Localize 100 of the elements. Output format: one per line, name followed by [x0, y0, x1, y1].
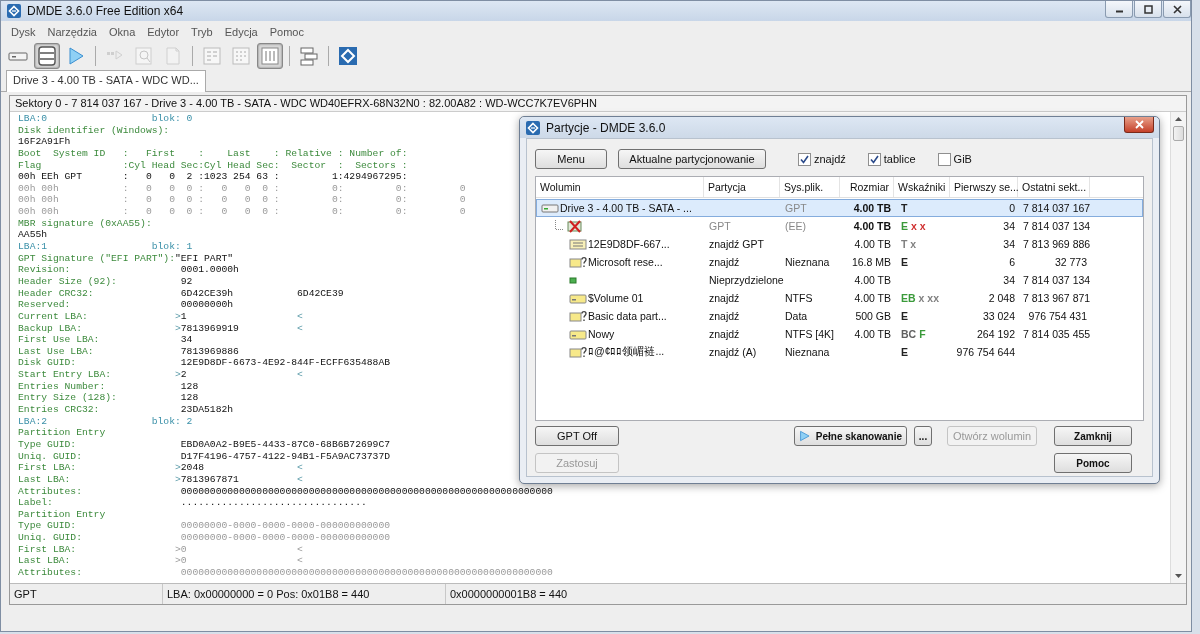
lba-label: LBA:2: [18, 415, 48, 428]
lba-label: LBA:1: [18, 241, 48, 253]
field-value: 1: [180, 310, 187, 323]
field-value: 128: [180, 380, 199, 393]
button[interactable]: Pełne skanowanie: [794, 426, 907, 446]
field-value: "EFI PART": [174, 252, 234, 265]
table-row[interactable]: Drive 3 - 4.00 TB - SATA - ... GPT 4.00 TB T 0 7 814 037 167: [536, 199, 1143, 217]
table-row[interactable]: Nowy znajdź NTFS [4K] 4.00 TB BC F 264 192 7 814 035 455: [536, 325, 1143, 343]
dialog-title: Partycje - DMDE 3.6.0: [546, 120, 666, 135]
menu-item[interactable]: Okna: [103, 26, 142, 38]
table-cell-text: 7 814 037 134: [1022, 274, 1091, 286]
flag-letters: T x: [901, 238, 917, 250]
table-row[interactable]: ﾛ@¢ﾛﾛ领嵋裢... znajdź (A) Nieznana E 976 754 644: [536, 343, 1143, 361]
grid-icon: [231, 46, 251, 66]
button[interactable]: ...: [914, 426, 932, 446]
field-value: 6D42CE39: [297, 287, 344, 300]
table-cell-text: 2 048: [987, 292, 1016, 304]
checkbox-label[interactable]: tablice: [883, 153, 916, 165]
button[interactable]: Menu: [535, 149, 607, 169]
table-cell-text: NTFS [4K]: [784, 328, 835, 340]
maximize-button[interactable]: [1134, 1, 1162, 18]
volume-name: Basic data part...: [588, 310, 667, 322]
table-row[interactable]: Basic data part... znajdź Data 500 GB E 33 024 976 754 431: [536, 307, 1143, 325]
column-header[interactable]: Partycja: [704, 177, 780, 197]
field-label: Disk identifier (Windows):: [18, 124, 170, 137]
field-value: 0000000000000000000000000000000000000000000000000000000000000000: [180, 485, 553, 498]
table-cell-text: Nieznana: [784, 346, 831, 358]
button[interactable]: Pomoc: [1054, 453, 1132, 473]
table-cell-text: 976 754 431: [1027, 310, 1088, 322]
field-value: 0001.0000h: [180, 264, 239, 276]
toolbar-button[interactable]: [257, 43, 283, 69]
pointer-mark: >: [174, 555, 181, 567]
scrollbar[interactable]: [1170, 112, 1186, 583]
close-button[interactable]: [1163, 1, 1191, 18]
pointer-mark: <: [297, 555, 303, 567]
checkbox-label[interactable]: znajdź: [814, 153, 846, 165]
table-row[interactable]: GPT (EE) 4.00 TB E x x 34 7 814 037 134: [536, 217, 1143, 235]
table-cell-text: 264 192: [976, 328, 1016, 340]
button[interactable]: Zamknij: [1054, 426, 1132, 446]
table-header-line: Boot System ID : First : Last : Relative : Number of:: [18, 147, 408, 160]
checkbox[interactable]: [937, 152, 951, 166]
field-value: 12E9D8DF-6673-4E92-844F-ECFF635488AB: [180, 357, 391, 370]
search-icon: [134, 46, 154, 66]
table-cell-text: znajdź: [708, 310, 741, 322]
scroll-up-icon: [1174, 116, 1183, 122]
table-row[interactable]: Microsoft rese... znajdź Nieznana 16.8 MB E 6 32 773: [536, 253, 1143, 271]
checkbox[interactable]: [798, 152, 811, 166]
column-header[interactable]: Wskaźniki: [894, 177, 950, 197]
menu-item[interactable]: Dysk: [5, 26, 42, 38]
column-header[interactable]: Ostatni sekt...: [1018, 177, 1090, 197]
menu-item[interactable]: Edycja: [218, 26, 264, 38]
scroll-down-icon: [1174, 573, 1183, 579]
table-row[interactable]: Nieprzydzielone 4.00 TB 34 7 814 037 134: [536, 271, 1143, 289]
field-label: Current LBA:: [18, 310, 88, 323]
grid-icon: [202, 46, 222, 66]
column-header[interactable]: Pierwszy se...: [950, 177, 1018, 197]
flag-letters: E: [901, 310, 908, 322]
tab[interactable]: Drive 3 - 4.00 TB - SATA - WDC WD...: [6, 70, 206, 92]
column-header[interactable]: Rozmiar: [840, 177, 894, 197]
table-cell-text: NTFS: [784, 292, 814, 304]
table-row[interactable]: 12E9D8DF-667... znajdź GPT 4.00 TB T x 34 7 813 969 886: [536, 235, 1143, 253]
menu-item[interactable]: Edytor: [141, 26, 186, 38]
menu-item[interactable]: Tryb: [185, 26, 219, 38]
volume-name: $Volume 01: [588, 292, 644, 304]
drive-question-icon: [569, 309, 587, 323]
flag-letters: x x: [911, 220, 926, 232]
button[interactable]: GPT Off: [535, 426, 619, 446]
check-icon: [869, 154, 879, 164]
pointer-mark: >: [174, 310, 181, 323]
scroll-thumb[interactable]: [1173, 126, 1184, 141]
column-header[interactable]: Sys.plik.: [780, 177, 840, 197]
table-row-line: 00h 00h : 0 0 0 : 0 0 0 : 0: 0: 0: [18, 206, 466, 218]
menu-item[interactable]: Narzędzia: [41, 26, 103, 38]
field-value: 23DA5182h: [180, 404, 234, 416]
pointer-mark: >: [174, 322, 181, 335]
field-label: Type GUID:: [18, 438, 77, 451]
maximize-icon: [1143, 4, 1153, 14]
field-value: 34: [180, 334, 193, 346]
field-label: Uniq. GUID:: [18, 450, 82, 463]
checkbox[interactable]: [867, 152, 881, 166]
table-cell-text: GPT: [708, 220, 732, 232]
table-row[interactable]: $Volume 01 znajdź NTFS 4.00 TB EB x xx 2 048 7 813 967 871: [536, 289, 1143, 307]
table-cell-text: 34: [1002, 238, 1016, 250]
table-cell-text: 7 814 037 134: [1022, 220, 1091, 232]
menu-item[interactable]: Pomoc: [263, 26, 310, 38]
toolbar-button[interactable]: [34, 43, 60, 69]
volume-name: 12E9D8DF-667...: [588, 238, 670, 250]
table-row-line: 00h 00h : 0 0 0 : 0 0 0 : 0: 0: 0: [18, 182, 466, 195]
field-value: 7813969886: [180, 345, 239, 358]
button[interactable]: Aktualne partycjonowanie: [618, 149, 766, 169]
check-icon: [800, 154, 809, 164]
checkbox-label[interactable]: GiB: [953, 153, 972, 165]
field-label: First LBA:: [18, 462, 77, 474]
close-button[interactable]: [1124, 117, 1154, 133]
table-header-line: Flag :Cyl Head Sec:Cyl Head Sec: Sector : Sectors :: [18, 159, 408, 172]
field-label: Start Entry LBA:: [18, 369, 111, 381]
table-cell-text: 7 814 035 455: [1022, 328, 1091, 340]
column-header[interactable]: Wolumin: [536, 177, 704, 197]
page-icon: [163, 46, 183, 66]
minimize-button[interactable]: [1105, 1, 1133, 18]
